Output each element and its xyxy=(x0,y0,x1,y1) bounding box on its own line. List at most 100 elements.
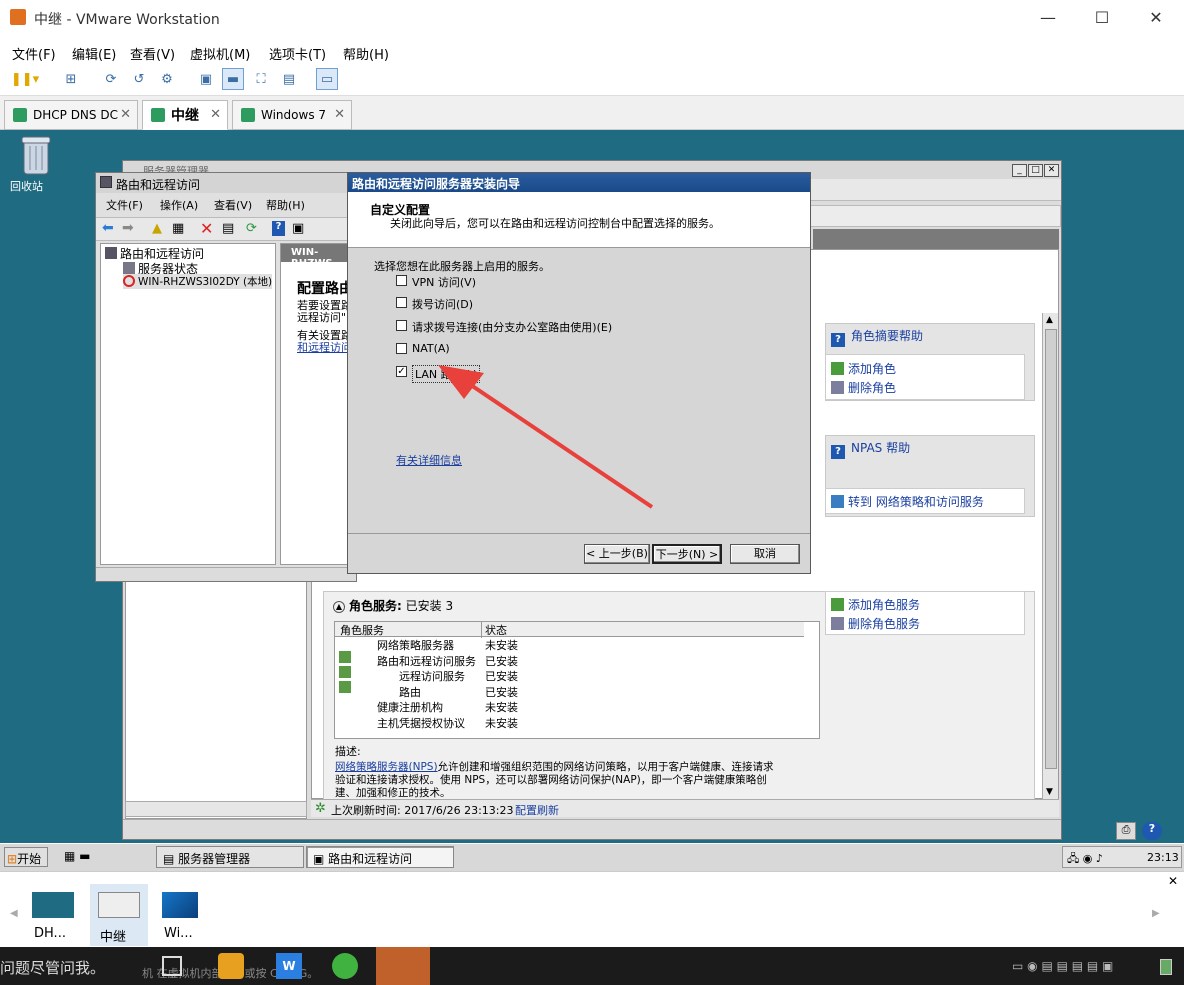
revert-icon[interactable]: ↺ xyxy=(128,68,150,90)
thumbnail-close-icon[interactable]: ✕ xyxy=(1168,874,1178,888)
host-tray-icons[interactable]: ▭ ◉ ▤ ▤ ▤ ▤ ▣ xyxy=(1012,959,1113,973)
usb-device-icon[interactable] xyxy=(1160,959,1172,975)
cancel-button[interactable]: 取消 xyxy=(730,544,800,564)
collapse-icon: ▲ xyxy=(333,601,345,613)
thumbnail-view-icon[interactable]: ▭ xyxy=(316,68,338,90)
nps-link[interactable]: 网络策略服务器(NPS) xyxy=(335,761,438,773)
scroll-right-icon[interactable]: ▶ xyxy=(1152,908,1160,919)
desc-line: 允许创建和增强组织范围的网络访问策略，以用于客户端健康、连接请求 xyxy=(437,761,774,773)
help-icon: ? xyxy=(831,333,845,347)
console-icon[interactable]: ▣ xyxy=(292,221,304,236)
rras-menu-help[interactable]: 帮助(H) xyxy=(266,197,305,213)
remove-role-link[interactable]: 删除角色 xyxy=(831,379,896,396)
sm-close-button[interactable]: ✕ xyxy=(1044,164,1059,177)
detail-link[interactable]: 和远程访问 xyxy=(297,342,352,354)
checkbox-lan-routing[interactable]: ✓ xyxy=(396,366,407,377)
wizard-title: 路由和远程访问服务器安装向导 xyxy=(348,173,810,192)
minimize-button[interactable]: — xyxy=(1038,8,1058,27)
cortana-search-text[interactable]: 问题尽管问我。 xyxy=(0,957,105,978)
table-col-status: 未安装 已安装 已安装 已安装 未安装 未安装 xyxy=(485,638,518,731)
sm-minimize-button[interactable]: _ xyxy=(1012,164,1027,177)
add-role-link[interactable]: 添加角色 xyxy=(831,360,896,377)
refresh-icon[interactable]: ⟳ xyxy=(246,221,257,236)
configure-refresh-link[interactable]: 配置刷新 xyxy=(515,802,559,818)
start-button[interactable]: ⊞开始 xyxy=(4,847,48,867)
task-view-icon[interactable] xyxy=(162,956,182,976)
menu-help[interactable]: 帮助(H) xyxy=(343,44,389,63)
recycle-bin-label: 回收站 xyxy=(10,180,43,193)
tab-windows7[interactable]: Windows 7 ✕ xyxy=(232,100,352,130)
wps-app-icon[interactable]: W xyxy=(276,953,302,979)
tray-icons[interactable]: 🖧 ◉ ♪ xyxy=(1067,850,1103,869)
role-services-heading[interactable]: ▲ 角色服务: 已安装 3 xyxy=(333,597,453,614)
back-button[interactable]: < 上一步(B) xyxy=(584,544,650,564)
help-icon[interactable]: ? xyxy=(1142,822,1162,840)
show-hide-tree-icon[interactable]: ▦ xyxy=(172,221,184,236)
thumbnail-dhcp[interactable]: DH... xyxy=(28,884,82,944)
menu-edit[interactable]: 编辑(E) xyxy=(72,44,116,63)
printer-icon[interactable]: ⎙ xyxy=(1116,822,1136,840)
unity-icon[interactable]: ▤ xyxy=(278,68,300,90)
col-header-status[interactable]: 状态 xyxy=(481,622,507,638)
help-icon[interactable]: ? xyxy=(272,221,285,236)
active-app-icon[interactable] xyxy=(376,947,430,985)
network-icon[interactable]: ⊞ xyxy=(60,68,82,90)
sm-vscroll[interactable]: ▲ ▼ xyxy=(1042,313,1058,799)
refresh-icon[interactable]: ✲ xyxy=(315,801,326,816)
sm-tree-hscroll[interactable] xyxy=(125,801,307,817)
manage-snapshot-icon[interactable]: ⚙ xyxy=(156,68,178,90)
taskbar-server-manager[interactable]: ▤ 服务器管理器 xyxy=(156,846,304,868)
tab-relay[interactable]: 中继 ✕ xyxy=(142,100,228,130)
thumbnail-win7[interactable]: Wi... xyxy=(156,884,210,944)
close-button[interactable]: ✕ xyxy=(1146,8,1166,27)
pause-icon[interactable]: ❚❚▾ xyxy=(8,68,42,90)
delete-icon[interactable]: ✕ xyxy=(200,219,213,238)
properties-icon[interactable]: ▤ xyxy=(222,221,234,236)
detail-header: WIN-RHZWS xyxy=(281,244,357,269)
menu-vm[interactable]: 虚拟机(M) xyxy=(190,44,250,63)
console-view-icon[interactable]: ▬ xyxy=(222,68,244,90)
rras-menu-view[interactable]: 查看(V) xyxy=(214,197,252,213)
col-header-service[interactable]: 角色服务 xyxy=(340,622,384,638)
browser-app-icon[interactable] xyxy=(332,953,358,979)
rras-icon xyxy=(100,176,112,188)
role-summary-help-link[interactable]: ? 角色摘要帮助 xyxy=(831,327,923,347)
checkbox-dialup[interactable] xyxy=(396,297,407,308)
thumbnail-relay[interactable]: 中继 xyxy=(90,884,148,946)
scroll-left-icon[interactable]: ◀ xyxy=(10,908,18,919)
up-folder-icon[interactable]: ▲ xyxy=(152,221,162,236)
tab-dhcp[interactable]: DHCP DNS DC ✕ xyxy=(4,100,138,130)
taskbar-rras[interactable]: ▣ 路由和远程访问 xyxy=(306,846,454,868)
snapshot-icon[interactable]: ⟳ xyxy=(100,68,122,90)
sm-maximize-button[interactable]: □ xyxy=(1028,164,1043,177)
npas-help-link[interactable]: ? NPAS 帮助 xyxy=(831,439,910,459)
tab-close-icon[interactable]: ✕ xyxy=(210,107,221,122)
fullscreen-icon[interactable]: ⛶ xyxy=(250,68,272,90)
vmware-app-icon[interactable] xyxy=(218,953,244,979)
tree-server-local[interactable]: WIN-RHZWS3I02DY (本地) xyxy=(123,274,273,289)
checkbox-demand-dial[interactable] xyxy=(396,320,407,331)
maximize-button[interactable]: ☐ xyxy=(1092,8,1112,27)
tab-close-icon[interactable]: ✕ xyxy=(120,107,131,122)
sm-statusbar xyxy=(123,819,1061,839)
windows-flag-icon: ⊞ xyxy=(7,852,18,866)
quicklaunch-icons[interactable]: ▦ ▬ xyxy=(64,849,91,863)
goto-npas-link[interactable]: 转到 网络策略和访问服务 xyxy=(831,493,984,510)
add-icon xyxy=(831,598,844,611)
rras-menu-action[interactable]: 操作(A) xyxy=(160,197,198,213)
checkbox-vpn[interactable] xyxy=(396,275,407,286)
rras-menu-file[interactable]: 文件(F) xyxy=(106,197,143,213)
recycle-bin-icon[interactable] xyxy=(18,134,54,178)
forward-arrow-icon[interactable]: ➡ xyxy=(122,220,134,236)
rras-title: 路由和远程访问 xyxy=(116,178,201,192)
sidebar-icon[interactable]: ▣ xyxy=(195,68,217,90)
back-arrow-icon[interactable]: ⬅ xyxy=(102,220,114,236)
menu-tabs[interactable]: 选项卡(T) xyxy=(269,44,326,63)
menu-view[interactable]: 查看(V) xyxy=(130,44,175,63)
checkbox-nat[interactable] xyxy=(396,343,407,354)
remove-role-service-link[interactable]: 删除角色服务 xyxy=(831,615,920,632)
tab-close-icon[interactable]: ✕ xyxy=(334,107,345,122)
add-role-service-link[interactable]: 添加角色服务 xyxy=(831,596,920,613)
menu-file[interactable]: 文件(F) xyxy=(12,44,56,63)
next-button[interactable]: 下一步(N) > xyxy=(652,544,722,564)
